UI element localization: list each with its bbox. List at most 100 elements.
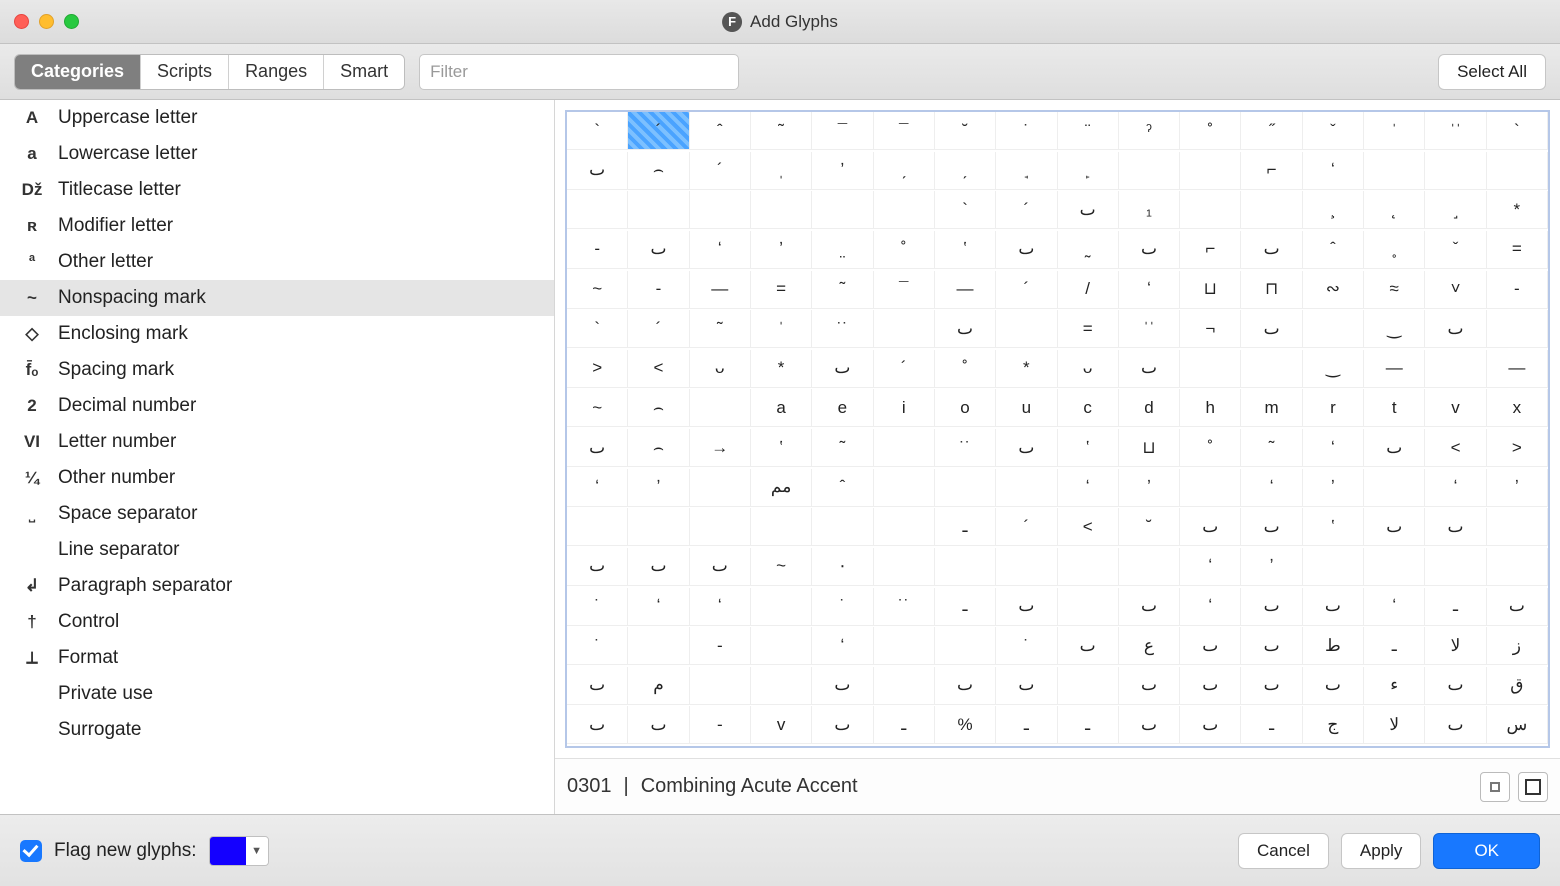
glyph-cell[interactable]: ˆ bbox=[1303, 231, 1364, 269]
zoom-window[interactable] bbox=[64, 14, 79, 29]
glyph-cell[interactable] bbox=[812, 508, 873, 546]
glyph-cell[interactable]: ˚ bbox=[874, 231, 935, 269]
glyph-cell[interactable]: ٮ bbox=[1241, 667, 1302, 705]
glyph-cell[interactable]: t bbox=[1364, 389, 1425, 427]
glyph-cell[interactable]: d bbox=[1119, 389, 1180, 427]
glyph-cell[interactable]: ̙ bbox=[1058, 152, 1119, 190]
glyph-cell[interactable]: → bbox=[690, 429, 751, 467]
category-item[interactable]: aLowercase letter bbox=[0, 136, 554, 172]
glyph-cell[interactable]: x bbox=[1487, 389, 1548, 427]
tab-categories[interactable]: Categories bbox=[15, 55, 141, 89]
glyph-cell[interactable]: < bbox=[1058, 508, 1119, 546]
tab-scripts[interactable]: Scripts bbox=[141, 55, 229, 89]
glyph-cell[interactable]: ٮ bbox=[567, 667, 628, 705]
glyph-cell[interactable] bbox=[1058, 667, 1119, 705]
glyph-cell[interactable]: ˜ bbox=[751, 112, 812, 150]
category-item[interactable]: Line separator bbox=[0, 532, 554, 568]
glyph-cell[interactable]: ٮ bbox=[1119, 706, 1180, 744]
glyph-cell[interactable]: a bbox=[751, 389, 812, 427]
glyph-cell[interactable]: — bbox=[1364, 350, 1425, 388]
glyph-cell[interactable]: ¯ bbox=[874, 271, 935, 309]
glyph-cell[interactable] bbox=[1180, 152, 1241, 190]
glyph-cell[interactable]: ˚ bbox=[1180, 429, 1241, 467]
glyph-cell[interactable]: ٮ bbox=[935, 310, 996, 348]
glyph-cell[interactable]: ʽ bbox=[1303, 508, 1364, 546]
glyph-cell[interactable]: ⌐ bbox=[1241, 152, 1302, 190]
glyph-cell[interactable]: ̰ bbox=[1058, 231, 1119, 269]
glyph-cell[interactable]: ¨ bbox=[1058, 112, 1119, 150]
glyph-cell[interactable]: ˈ bbox=[1364, 112, 1425, 150]
glyph-cell[interactable] bbox=[628, 508, 689, 546]
glyph-cell[interactable]: ٮ bbox=[628, 231, 689, 269]
glyph-cell[interactable] bbox=[1241, 191, 1302, 229]
glyph-cell[interactable]: ʻ bbox=[812, 627, 873, 665]
glyph-cell[interactable]: ٮ bbox=[812, 667, 873, 705]
glyph-cell[interactable]: ˙ bbox=[567, 588, 628, 626]
glyph-cell[interactable]: ʻ bbox=[1119, 271, 1180, 309]
glyph-cell[interactable]: ˙˙ bbox=[935, 429, 996, 467]
glyph-cell[interactable] bbox=[628, 627, 689, 665]
glyph-cell[interactable]: ٮ bbox=[1425, 508, 1486, 546]
glyph-cell[interactable]: ⊔ bbox=[1119, 429, 1180, 467]
glyph-cell[interactable] bbox=[1425, 548, 1486, 586]
glyph-cell[interactable]: ʼ bbox=[812, 152, 873, 190]
glyph-cell[interactable]: ˙ bbox=[812, 588, 873, 626]
glyph-cell[interactable]: ٮ bbox=[628, 706, 689, 744]
glyph-cell[interactable]: لا bbox=[1364, 706, 1425, 744]
glyph-cell[interactable]: ʻ bbox=[1364, 588, 1425, 626]
glyph-cell[interactable]: ٮ bbox=[812, 350, 873, 388]
glyph-cell[interactable]: * bbox=[751, 350, 812, 388]
glyph-cell[interactable]: ´ bbox=[874, 350, 935, 388]
glyph-cell[interactable]: ʻ bbox=[1425, 469, 1486, 507]
glyph-cell[interactable]: ٮ bbox=[1303, 667, 1364, 705]
glyph-cell[interactable]: ٮ bbox=[935, 667, 996, 705]
glyph-cell[interactable] bbox=[935, 627, 996, 665]
glyph-cell[interactable] bbox=[812, 191, 873, 229]
cancel-button[interactable]: Cancel bbox=[1238, 833, 1329, 869]
glyph-cell[interactable]: ٮ bbox=[1425, 310, 1486, 348]
glyph-cell[interactable]: ʻ bbox=[1303, 152, 1364, 190]
glyph-cell[interactable]: ـ bbox=[874, 706, 935, 744]
category-item[interactable]: ⟂Format bbox=[0, 640, 554, 676]
glyph-cell[interactable]: ق bbox=[1487, 667, 1548, 705]
glyph-cell[interactable]: i bbox=[874, 389, 935, 427]
glyph-cell[interactable] bbox=[874, 548, 935, 586]
glyph-cell[interactable] bbox=[751, 508, 812, 546]
glyph-cell[interactable] bbox=[1303, 310, 1364, 348]
glyph-cell[interactable]: ~ bbox=[751, 548, 812, 586]
glyph-cell[interactable]: ٮ bbox=[1180, 706, 1241, 744]
glyph-cell[interactable] bbox=[567, 191, 628, 229]
glyph-cell[interactable] bbox=[690, 667, 751, 705]
glyph-cell[interactable]: ـ bbox=[1241, 706, 1302, 744]
glyph-cell[interactable]: ˙˙ bbox=[874, 588, 935, 626]
glyph-cell[interactable] bbox=[874, 469, 935, 507]
glyph-cell[interactable]: ٮ bbox=[1364, 508, 1425, 546]
glyph-cell[interactable]: ـ bbox=[1058, 706, 1119, 744]
glyph-cell[interactable]: ≈ bbox=[1364, 271, 1425, 309]
glyph-cell[interactable]: ٮ bbox=[567, 706, 628, 744]
glyph-cell[interactable] bbox=[751, 627, 812, 665]
glyph-cell[interactable]: ٮ bbox=[1058, 191, 1119, 229]
glyph-cell[interactable]: ط bbox=[1303, 627, 1364, 665]
glyph-cell[interactable] bbox=[996, 469, 1057, 507]
glyph-cell[interactable] bbox=[628, 191, 689, 229]
glyph-cell[interactable]: ʻ bbox=[690, 588, 751, 626]
glyph-grid-scroll[interactable]: `´ˆ˜¯¯˘˙¨ˀ˚˝ˇˈˈˈ`ٮ⌢´ˌʼˏ̗̘̙⌐ʻ`´ٮ₁¸˛˼*-ٮʻʼ… bbox=[555, 100, 1560, 758]
glyph-cell[interactable]: ᴗ bbox=[1058, 350, 1119, 388]
glyph-cell[interactable]: = bbox=[751, 271, 812, 309]
glyph-cell[interactable] bbox=[874, 627, 935, 665]
glyph-cell[interactable]: — bbox=[935, 271, 996, 309]
glyph-cell[interactable]: ٮ bbox=[1241, 310, 1302, 348]
category-item[interactable]: ¼Other number bbox=[0, 460, 554, 496]
glyph-cell[interactable] bbox=[1425, 350, 1486, 388]
glyph-cell[interactable]: ̗ bbox=[935, 152, 996, 190]
glyph-cell[interactable]: ˇ bbox=[1425, 231, 1486, 269]
glyph-cell[interactable]: ـ bbox=[935, 508, 996, 546]
glyph-cell[interactable]: ٮ bbox=[996, 667, 1057, 705]
glyph-cell[interactable]: ˅ bbox=[1425, 271, 1486, 309]
ok-button[interactable]: OK bbox=[1433, 833, 1540, 869]
category-item[interactable]: †Control bbox=[0, 604, 554, 640]
large-cell-view[interactable] bbox=[1518, 772, 1548, 802]
glyph-cell[interactable]: ˘ bbox=[1119, 508, 1180, 546]
glyph-cell[interactable]: ٮ bbox=[690, 548, 751, 586]
